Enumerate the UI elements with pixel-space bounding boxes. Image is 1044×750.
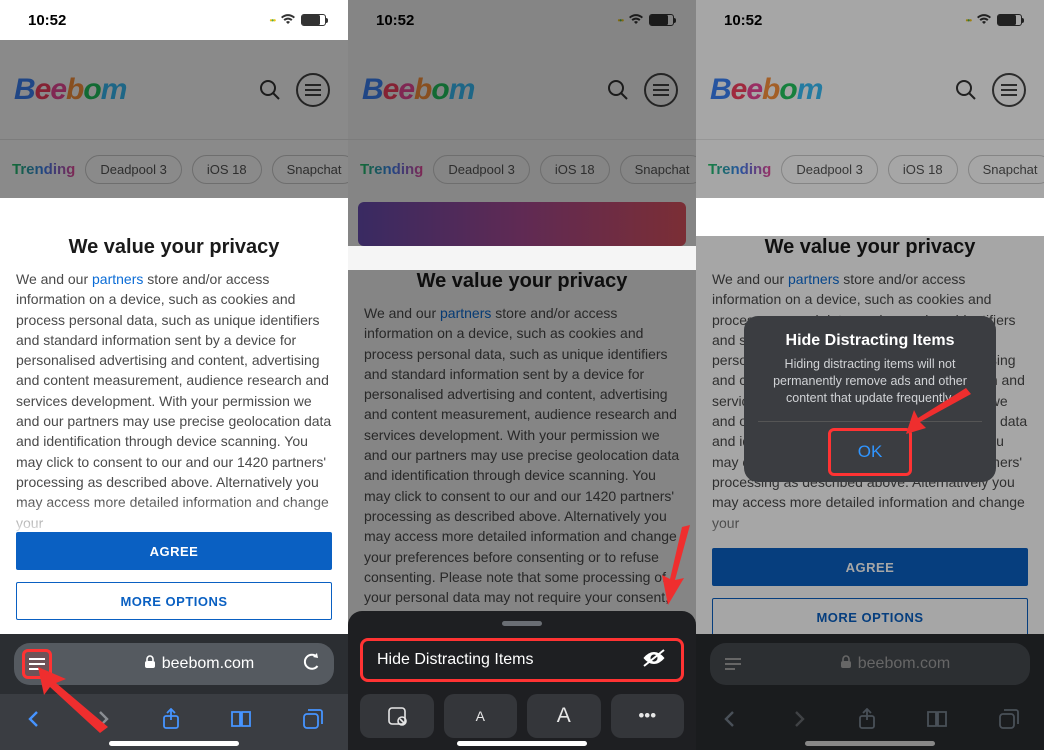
privacy-text: We and our bbox=[16, 271, 92, 287]
alert-body: Hiding distracting items will not perman… bbox=[758, 356, 982, 407]
partners-link[interactable]: partners bbox=[92, 271, 143, 287]
alert-ok-button[interactable]: OK bbox=[835, 431, 905, 473]
back-icon[interactable] bbox=[24, 709, 44, 735]
clock: 10:52 bbox=[28, 12, 66, 29]
panel-1: 10:52 ••• Beebom Trending Deadpool 3 iOS… bbox=[0, 0, 348, 750]
url-pill[interactable]: beebom.com bbox=[14, 643, 334, 685]
share-icon[interactable] bbox=[857, 708, 877, 736]
privacy-title: We value your privacy bbox=[0, 236, 348, 259]
more-icon[interactable]: ••• bbox=[611, 694, 685, 738]
dim-overlay bbox=[696, 0, 1044, 198]
share-icon[interactable] bbox=[161, 708, 181, 736]
url-text: beebom.com bbox=[162, 655, 255, 673]
reader-controls: A A ••• bbox=[360, 694, 684, 738]
bookmarks-icon[interactable] bbox=[925, 709, 949, 735]
tabs-icon[interactable] bbox=[998, 708, 1020, 736]
text-smaller-button[interactable]: A bbox=[444, 694, 518, 738]
listen-icon[interactable] bbox=[360, 694, 434, 738]
lock-icon bbox=[144, 655, 156, 674]
agree-button[interactable]: AGREE bbox=[16, 532, 332, 570]
refresh-icon[interactable] bbox=[302, 652, 322, 677]
url-pill[interactable]: beebom.com bbox=[710, 643, 1030, 685]
dim-overlay bbox=[0, 40, 348, 198]
reader-menu-sheet: Hide Distracting Items A A ••• bbox=[348, 611, 696, 750]
address-bar: beebom.com bbox=[0, 634, 348, 694]
alert-dialog: Hide Distracting Items Hiding distractin… bbox=[744, 316, 996, 482]
forward-icon bbox=[93, 709, 113, 735]
battery-icon bbox=[301, 14, 326, 26]
more-options-button[interactable]: MORE OPTIONS bbox=[16, 582, 332, 620]
lock-icon bbox=[840, 655, 852, 674]
dim-overlay bbox=[348, 0, 696, 246]
reader-mode-icon[interactable] bbox=[22, 649, 52, 679]
grabber[interactable] bbox=[502, 621, 542, 626]
text-larger-button[interactable]: A bbox=[527, 694, 601, 738]
hide-distracting-button[interactable]: Hide Distracting Items bbox=[360, 638, 684, 682]
eye-slash-icon bbox=[641, 648, 667, 673]
status-right: ••• bbox=[270, 12, 326, 28]
status-bar: 10:52 ••• bbox=[0, 0, 348, 40]
url-text: beebom.com bbox=[858, 655, 951, 673]
home-indicator bbox=[457, 741, 587, 746]
status-dots: ••• bbox=[270, 16, 275, 25]
privacy-body: We and our partners store and/or access … bbox=[0, 269, 348, 533]
home-indicator bbox=[109, 741, 239, 746]
privacy-sheet: We value your privacy We and our partner… bbox=[0, 220, 348, 634]
hide-distracting-label: Hide Distracting Items bbox=[377, 651, 534, 669]
forward-icon bbox=[789, 709, 809, 735]
tabs-icon[interactable] bbox=[302, 708, 324, 736]
address-bar: beebom.com bbox=[696, 634, 1044, 694]
dim-overlay bbox=[348, 270, 696, 628]
panel-2: 10:52 ••• Beebom Trending Deadpool 3 iOS… bbox=[348, 0, 696, 750]
reader-mode-icon[interactable] bbox=[718, 649, 748, 679]
back-icon[interactable] bbox=[720, 709, 740, 735]
bookmarks-icon[interactable] bbox=[229, 709, 253, 735]
privacy-text: store and/or access information on a dev… bbox=[16, 271, 331, 531]
alert-title: Hide Distracting Items bbox=[758, 332, 982, 350]
panel-3: 10:52 ••• Beebom Trending Deadpool 3 iOS… bbox=[696, 0, 1044, 750]
home-indicator bbox=[805, 741, 935, 746]
wifi-icon bbox=[280, 12, 296, 28]
